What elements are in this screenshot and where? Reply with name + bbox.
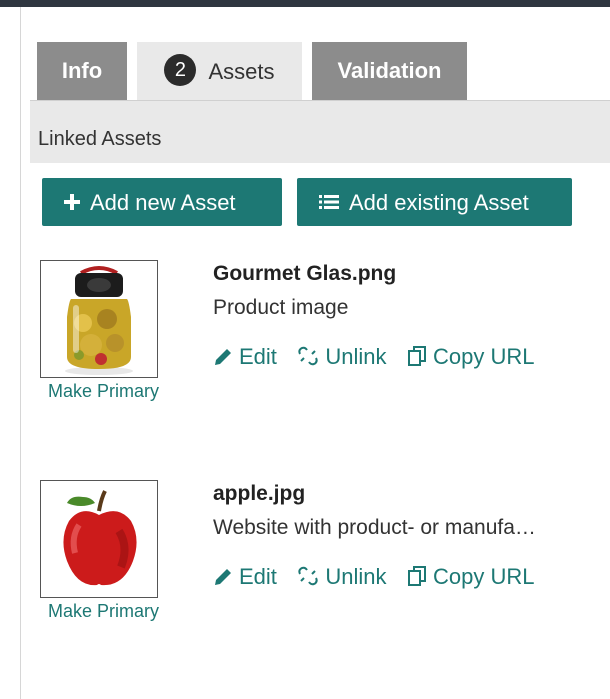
copy-url-link[interactable]: Copy URL [407, 344, 534, 370]
top-header-bar [0, 0, 610, 7]
unlink-link[interactable]: Unlink [297, 564, 387, 590]
unlink-label: Unlink [325, 564, 387, 589]
pencil-icon [215, 349, 231, 365]
tab-info[interactable]: Info [37, 42, 127, 100]
add-existing-asset-label: Add existing Asset [349, 190, 529, 216]
asset-description: Website with product- or manufa… [213, 516, 536, 539]
plus-icon [64, 179, 80, 227]
copy-url-label: Copy URL [432, 564, 535, 589]
edit-label: Edit [239, 564, 277, 589]
section-title: Linked Assets [38, 128, 162, 150]
edit-label: Edit [239, 344, 277, 369]
add-existing-asset-button[interactable]: Add existing Asset [297, 178, 572, 226]
assets-count-badge: 2 [164, 54, 197, 87]
pencil-icon [215, 569, 231, 585]
unlink-icon [298, 346, 319, 366]
edit-link[interactable]: Edit [213, 564, 277, 590]
make-primary-link[interactable]: Make Primary [48, 601, 159, 622]
tab-validation[interactable]: Validation [312, 42, 467, 100]
asset-actions: Edit Unlink Copy URL [213, 344, 550, 374]
edit-link[interactable]: Edit [213, 344, 277, 370]
unlink-link[interactable]: Unlink [297, 344, 387, 370]
left-divider [20, 7, 21, 699]
tab-assets-label: Assets [208, 59, 275, 85]
add-new-asset-button[interactable]: Add new Asset [42, 178, 282, 226]
asset-item: Make Primary Gourmet Glas.png Product im… [38, 258, 610, 438]
copy-url-link[interactable]: Copy URL [407, 564, 534, 590]
copy-url-label: Copy URL [432, 344, 535, 369]
tab-assets[interactable]: 2 Assets [137, 42, 302, 100]
copy-icon [407, 346, 426, 366]
asset-description: Product image [213, 296, 349, 319]
list-icon [319, 179, 339, 227]
tab-info-label: Info [61, 58, 103, 83]
tab-validation-label: Validation [337, 58, 442, 83]
copy-icon [407, 566, 426, 586]
add-new-asset-label: Add new Asset [90, 190, 236, 216]
asset-name: Gourmet Glas.png [213, 262, 397, 285]
make-primary-link[interactable]: Make Primary [48, 381, 159, 402]
jar-image-thumbnail[interactable] [40, 260, 158, 378]
asset-actions: Edit Unlink Copy URL [213, 564, 550, 594]
unlink-label: Unlink [325, 344, 387, 369]
linked-assets-header: Linked Assets [30, 100, 610, 163]
unlink-icon [298, 566, 319, 586]
asset-name: apple.jpg [213, 482, 306, 505]
asset-item: Make Primary apple.jpg Website with prod… [38, 478, 610, 658]
apple-image-thumbnail[interactable] [40, 480, 158, 598]
